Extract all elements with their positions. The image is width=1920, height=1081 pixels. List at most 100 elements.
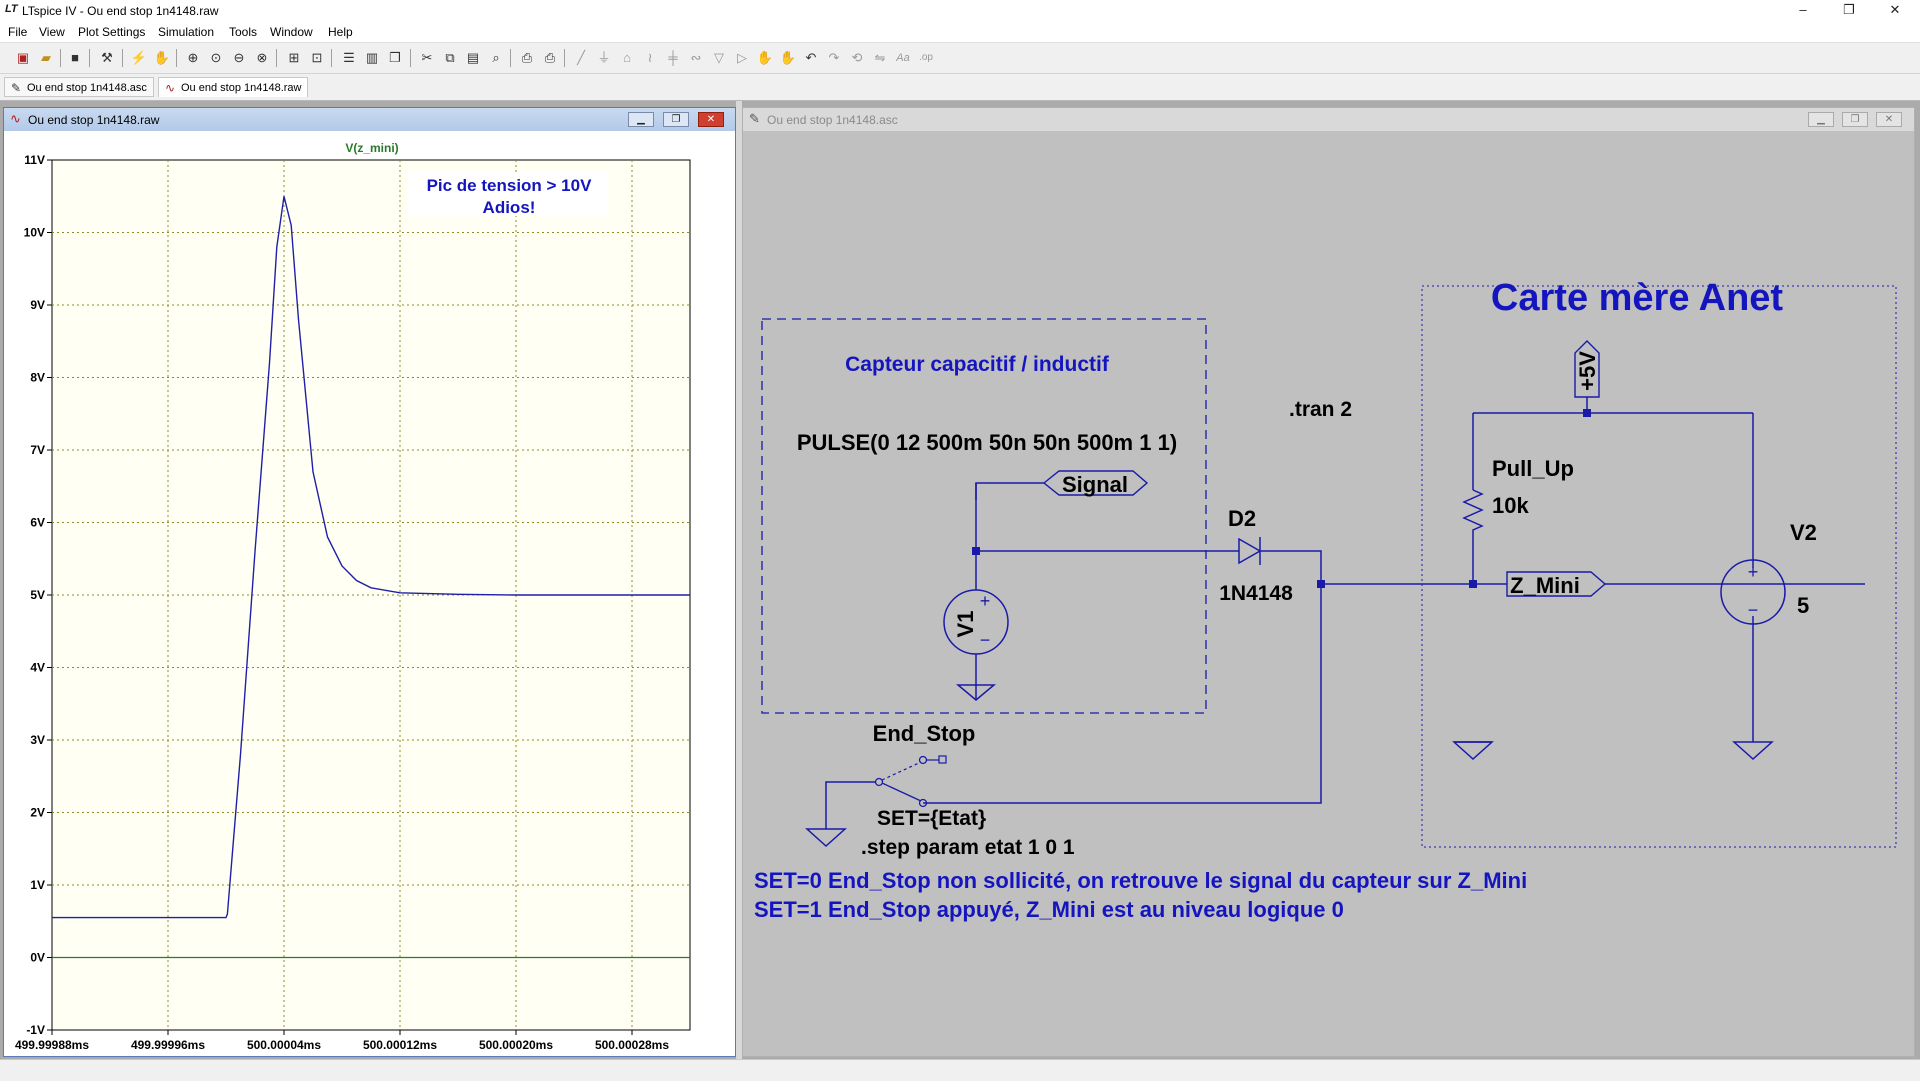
copy-icon[interactable]: ⧉: [441, 49, 459, 67]
waveform-close-button[interactable]: ✕: [698, 112, 724, 127]
save-icon[interactable]: ■: [66, 49, 84, 67]
select-range-icon[interactable]: ⊡: [308, 49, 326, 67]
spice-directive-icon[interactable]: .op: [917, 49, 935, 67]
open-folder-icon[interactable]: ▰: [37, 49, 55, 67]
svg-text:−: −: [1748, 600, 1759, 620]
menu-tools[interactable]: Tools: [229, 25, 257, 39]
signal-net-label[interactable]: Signal: [1062, 472, 1128, 497]
waveform-minimize-button[interactable]: ▁: [628, 112, 654, 127]
paste-icon[interactable]: ▤: [464, 49, 482, 67]
text-icon[interactable]: Aa: [894, 49, 912, 67]
print-preview-icon[interactable]: ⎙: [518, 49, 536, 67]
new-schematic-icon[interactable]: ▣: [14, 49, 32, 67]
diode-name[interactable]: D2: [1228, 506, 1256, 531]
note-set1[interactable]: SET=1 End_Stop appuyé, Z_Mini est au niv…: [754, 897, 1344, 922]
tile-horizontal-icon[interactable]: ☰: [340, 49, 358, 67]
autorange-icon[interactable]: ⊞: [285, 49, 303, 67]
move-hand-icon[interactable]: ✋: [756, 49, 774, 67]
menu-view[interactable]: View: [39, 25, 65, 39]
diode-icon[interactable]: ▽: [710, 49, 728, 67]
menu-file[interactable]: File: [8, 25, 27, 39]
sensor-label[interactable]: Capteur capacitif / inductif: [845, 353, 1110, 376]
schematic-window-titlebar[interactable]: ✎ Ou end stop 1n4148.asc ▁ ❐ ✕: [743, 108, 1914, 131]
minimize-button[interactable]: –: [1780, 0, 1826, 22]
source2-name[interactable]: V2: [1790, 520, 1817, 545]
note-set0[interactable]: SET=0 End_Stop non sollicité, on retrouv…: [754, 868, 1527, 893]
print-icon[interactable]: ⎙: [541, 49, 559, 67]
waveform-window-titlebar[interactable]: ∿ Ou end stop 1n4148.raw ▁ ❐ ✕: [4, 108, 735, 131]
inductor-icon[interactable]: ∾: [687, 49, 705, 67]
x-tick-label: 500.00020ms: [479, 1038, 553, 1052]
schematic-window[interactable]: ✎ Ou end stop 1n4148.asc ▁ ❐ ✕ Capteur c…: [742, 107, 1915, 1057]
x-tick-label: 500.00012ms: [363, 1038, 437, 1052]
y-tick-label: 5V: [30, 588, 45, 602]
supply-label[interactable]: +5V: [1575, 351, 1600, 391]
cascade-icon[interactable]: ❐: [386, 49, 404, 67]
junction-zmini: [1469, 580, 1477, 588]
tile-vertical-icon[interactable]: ▥: [363, 49, 381, 67]
menu-window[interactable]: Window: [270, 25, 313, 39]
draw-wire-icon[interactable]: ╱: [572, 49, 590, 67]
menu-simulation[interactable]: Simulation: [158, 25, 214, 39]
menu-help[interactable]: Help: [328, 25, 353, 39]
x-tick-label: 500.00004ms: [247, 1038, 321, 1052]
label-net-icon[interactable]: ⌂: [618, 49, 636, 67]
component-icon[interactable]: ▷: [733, 49, 751, 67]
diode-model[interactable]: 1N4148: [1219, 582, 1293, 605]
redo-icon[interactable]: ↷: [825, 49, 843, 67]
y-tick-label: 2V: [30, 806, 45, 820]
mirror-icon[interactable]: ⇋: [871, 49, 889, 67]
junction-5v: [1583, 409, 1591, 417]
resistor-name[interactable]: Pull_Up: [1492, 456, 1574, 481]
rotate-icon[interactable]: ⟲: [848, 49, 866, 67]
restore-button[interactable]: ❐: [1826, 0, 1872, 22]
pan-icon[interactable]: ⊙: [207, 49, 225, 67]
control-panel-icon[interactable]: ⚒: [98, 49, 116, 67]
svg-text:+: +: [980, 591, 991, 611]
schematic-minimize-button[interactable]: ▁: [1808, 112, 1834, 127]
resistor-value[interactable]: 10k: [1492, 493, 1529, 518]
resistor-icon[interactable]: ≀: [641, 49, 659, 67]
tab-waveform[interactable]: ∿ Ou end stop 1n4148.raw: [158, 77, 308, 97]
toolbar: ▣ ▰ ■ ⚒ ⚡ ✋ ⊕ ⊙ ⊖ ⊗ ⊞ ⊡ ☰ ▥ ❐ ✂ ⧉ ▤ ⌕ ⎙ …: [0, 43, 1920, 74]
pulse-spec[interactable]: PULSE(0 12 500m 50n 50n 500m 1 1): [797, 430, 1177, 455]
cut-icon[interactable]: ✂: [418, 49, 436, 67]
source1-name[interactable]: V1: [953, 611, 978, 638]
tab-schematic-label: Ou end stop 1n4148.asc: [27, 82, 147, 94]
y-tick-label: 0V: [30, 951, 45, 965]
waveform-restore-button[interactable]: ❐: [663, 112, 689, 127]
drag-hand-icon[interactable]: ✋: [779, 49, 797, 67]
source2-value[interactable]: 5: [1797, 593, 1809, 618]
svg-text:−: −: [980, 630, 991, 650]
status-bar: [0, 1059, 1920, 1081]
waveform-plot[interactable]: 11V 10V 9V 8V 7V 6V 5V 4V 3V 2V 1V 0V -1V 499.99988m…: [4, 131, 735, 1056]
waveform-window-icon: ∿: [10, 111, 21, 126]
zoom-in-icon[interactable]: ⊕: [184, 49, 202, 67]
halt-icon[interactable]: ✋: [153, 49, 171, 67]
find-icon[interactable]: ⌕: [487, 49, 505, 67]
close-button[interactable]: ✕: [1872, 0, 1918, 22]
trace-label[interactable]: V(z_mini): [345, 141, 398, 155]
waveform-window[interactable]: ∿ Ou end stop 1n4148.raw ▁ ❐ ✕ 11V 10V 9V 8…: [3, 107, 736, 1057]
step-directive[interactable]: .step param etat 1 0 1: [861, 836, 1075, 859]
menu-plot-settings[interactable]: Plot Settings: [78, 25, 145, 39]
ltspice-logo-icon: LT: [5, 3, 18, 15]
ground-icon[interactable]: ⏚: [595, 49, 613, 67]
switch-param[interactable]: SET={Etat}: [877, 807, 986, 830]
schematic-restore-button[interactable]: ❐: [1842, 112, 1868, 127]
board-label[interactable]: Carte mère Anet: [1491, 277, 1783, 319]
tran-directive[interactable]: .tran 2: [1289, 398, 1352, 421]
schematic-window-title: Ou end stop 1n4148.asc: [767, 113, 898, 127]
zoom-fit-icon[interactable]: ⊗: [253, 49, 271, 67]
undo-icon[interactable]: ↶: [802, 49, 820, 67]
output-net-label[interactable]: Z_Mini: [1510, 573, 1580, 598]
run-icon[interactable]: ⚡: [130, 49, 148, 67]
y-tick-label: -1V: [26, 1023, 45, 1037]
capacitor-icon[interactable]: ╪: [664, 49, 682, 67]
tab-schematic[interactable]: ✎ Ou end stop 1n4148.asc: [4, 77, 154, 97]
zoom-out-icon[interactable]: ⊖: [230, 49, 248, 67]
schematic-canvas[interactable]: Capteur capacitif / inductif PULSE(0 12 …: [743, 131, 1914, 1056]
switch-name[interactable]: End_Stop: [873, 721, 976, 746]
document-tab-bar: ✎ Ou end stop 1n4148.asc ∿ Ou end stop 1…: [0, 74, 1920, 101]
schematic-close-button[interactable]: ✕: [1876, 112, 1902, 127]
